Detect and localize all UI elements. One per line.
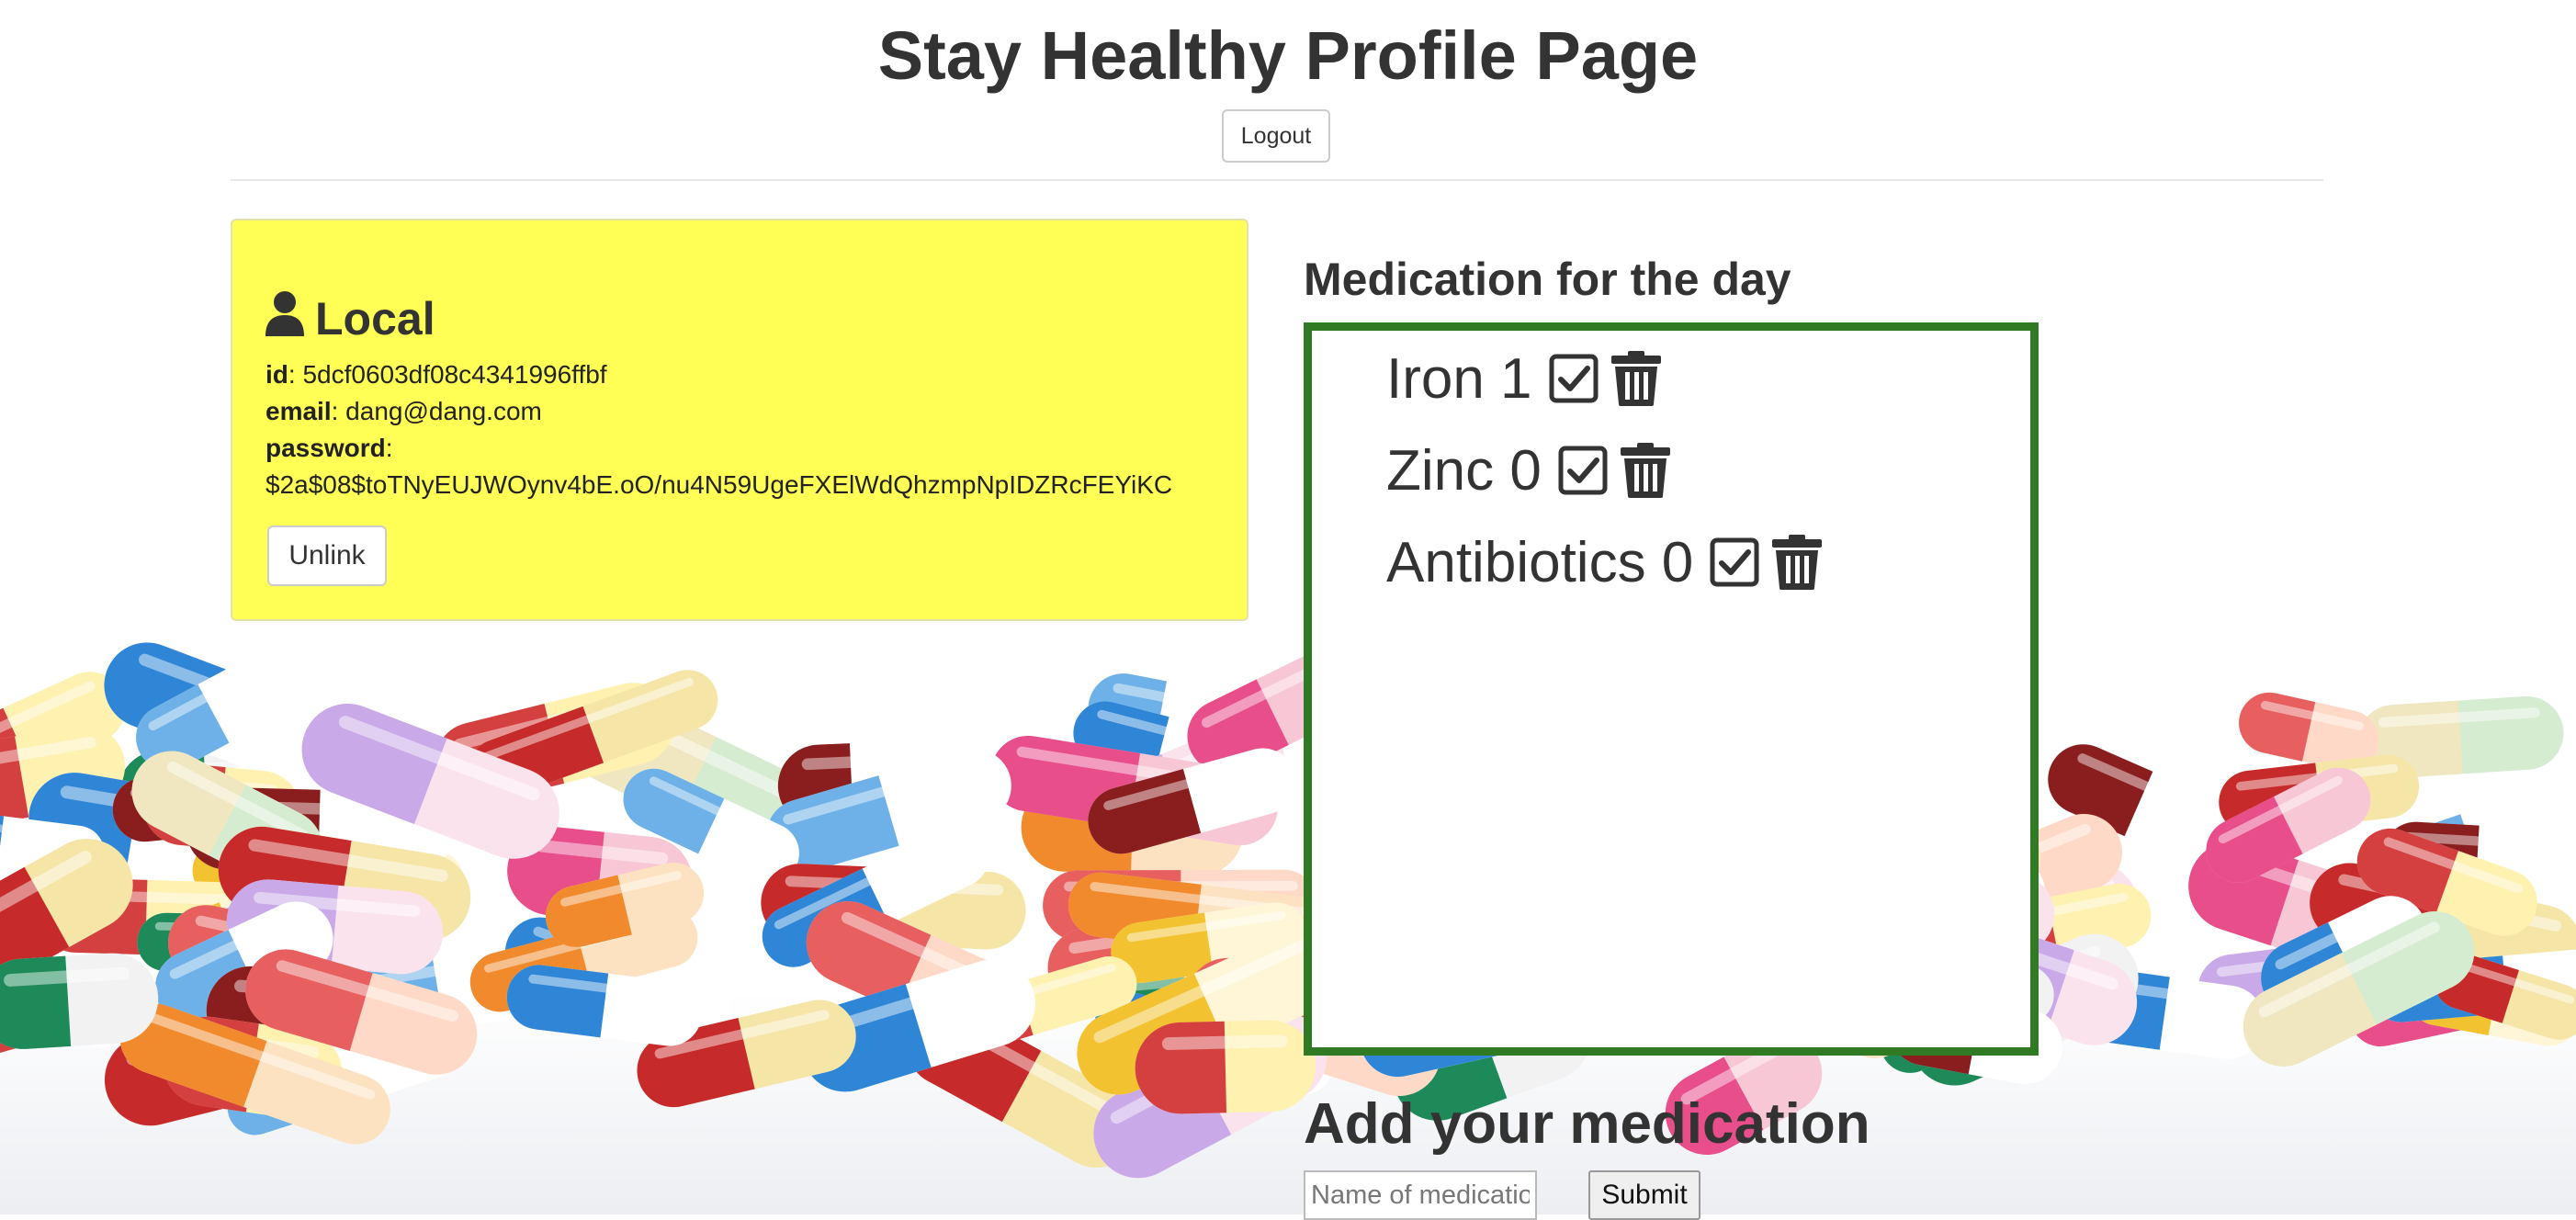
account-email-line: email: dang@dang.com — [266, 397, 542, 425]
header-divider — [231, 179, 2323, 181]
trash-icon[interactable] — [1620, 443, 1670, 498]
medication-item: Zinc 0 — [1386, 437, 1683, 503]
logout-button[interactable]: Logout — [1222, 109, 1330, 163]
account-id-line: id: 5dcf0603df08c4341996ffbf — [266, 360, 607, 389]
id-label: id — [266, 360, 288, 389]
page-title: Stay Healthy Profile Page — [877, 17, 1699, 94]
medication-name-input[interactable] — [1304, 1170, 1537, 1220]
email-label: email — [266, 397, 332, 425]
id-value: 5dcf0603df08c4341996ffbf — [302, 360, 607, 389]
local-account-card: Local id: 5dcf0603df08c4341996ffbf email… — [231, 219, 1248, 621]
medication-label: Antibiotics 0 — [1386, 530, 1694, 594]
pill-capsule — [0, 953, 159, 1049]
medication-label: Zinc 0 — [1386, 438, 1542, 503]
check-square-icon[interactable] — [1558, 446, 1608, 495]
medication-item: Antibiotics 0 — [1386, 529, 1835, 595]
medication-label: Iron 1 — [1386, 346, 1532, 411]
unlink-button[interactable]: Unlink — [267, 525, 387, 586]
trash-icon[interactable] — [1610, 351, 1661, 406]
check-square-icon[interactable] — [1549, 354, 1599, 403]
password-label: password — [266, 434, 386, 462]
pill-capsule — [1135, 1020, 1316, 1114]
check-square-icon[interactable] — [1710, 537, 1759, 587]
account-password-line: password: — [266, 434, 393, 462]
add-medication-heading: Add your medication — [1304, 1092, 1870, 1156]
medication-item: Iron 1 — [1386, 345, 1674, 412]
submit-button[interactable]: Submit — [1588, 1170, 1700, 1220]
medication-heading: Medication for the day — [1304, 254, 1791, 305]
password-value: $2a$08$toTNyEUJWOynv4bE.oO/nu4N59UgeFXEl… — [266, 470, 1173, 499]
trash-icon[interactable] — [1772, 535, 1823, 590]
medication-list: Iron 1 Zinc 0 Antibiotics 0 — [1304, 322, 2039, 1056]
local-heading-text: Local — [315, 293, 435, 345]
email-value: dang@dang.com — [345, 397, 542, 425]
local-heading: Local — [266, 290, 435, 347]
user-icon — [266, 290, 315, 347]
